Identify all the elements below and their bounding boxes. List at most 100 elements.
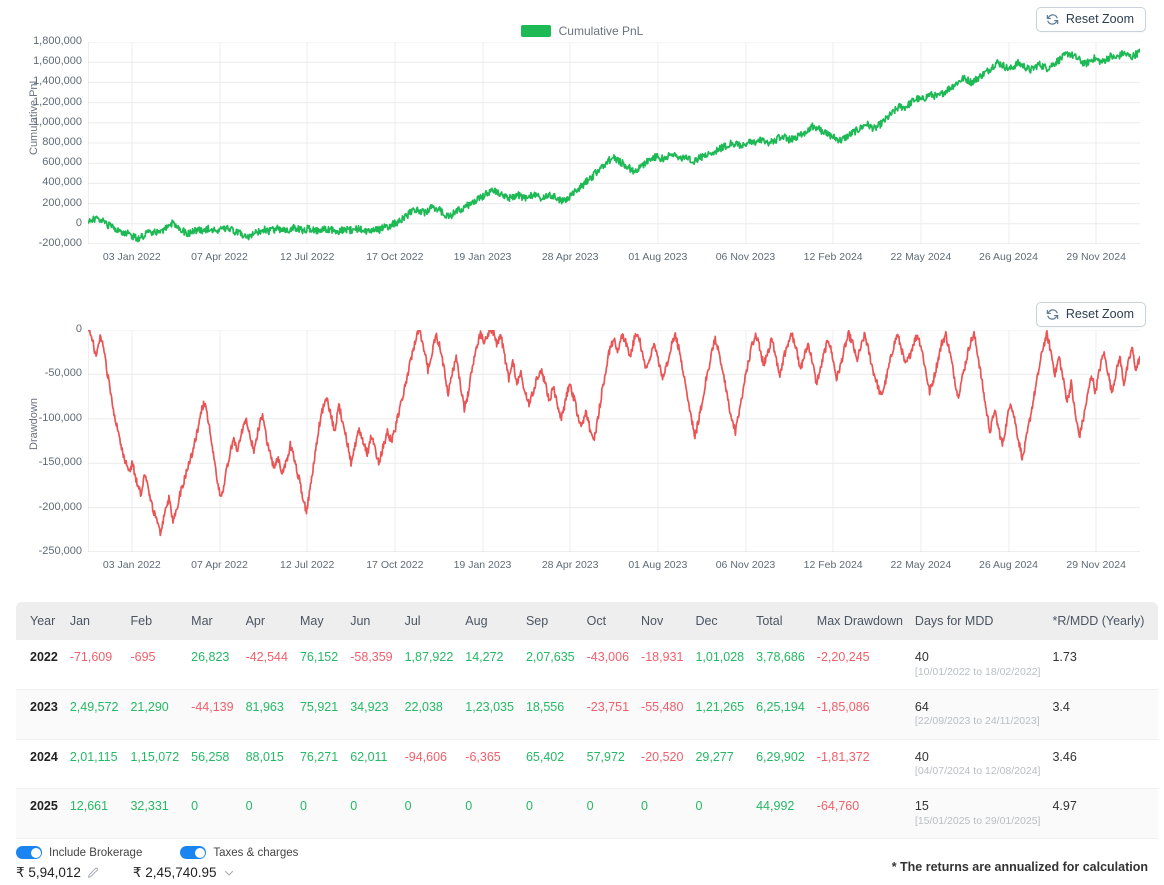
x-tick-label: 03 Jan 2022 (102, 559, 161, 571)
reset-zoom-button-drawdown[interactable]: Reset Zoom (1035, 302, 1146, 327)
x-tick-label: 26 Aug 2024 (979, 559, 1038, 571)
table-column-header: Sep (519, 602, 581, 640)
cell-month-pnl: 0 (239, 788, 294, 839)
cell-month-pnl: -23,751 (580, 689, 636, 740)
cell-total: 6,25,194 (750, 689, 811, 740)
table-header-row: Year Jan Feb Mar Apr May Jun Jul Aug Sep Oct Nov Dec… (16, 602, 1159, 640)
x-tick-label: 12 Feb 2024 (803, 559, 863, 571)
x-tick-label: 29 Nov 2024 (1066, 251, 1126, 263)
switch-knob (30, 847, 41, 858)
cell-month-pnl: 1,21,265 (689, 689, 751, 740)
cell-year: 2022 (16, 640, 64, 690)
cell-month-pnl: 14,272 (459, 640, 520, 690)
taxes-charges-toggle-item[interactable]: Taxes & charges (180, 846, 298, 859)
cell-max-drawdown: -2,20,245 (810, 640, 909, 690)
cell-month-pnl: -20,520 (635, 739, 690, 790)
x-tick-label: 26 Aug 2024 (979, 251, 1038, 263)
cell-days-for-mdd: 40 [04/07/2024 to 12/08/2024] (908, 739, 1047, 790)
cell-year: 2024 (16, 739, 64, 790)
y-tick-label: 1,800,000 (33, 35, 82, 47)
monthly-returns-table: Year Jan Feb Mar Apr May Jun Jul Aug Sep Oct Nov Dec… (16, 602, 1159, 839)
x-tick-label: 28 Apr 2023 (541, 559, 599, 571)
cell-month-pnl: 2,07,635 (519, 640, 581, 690)
y-axis-title-drawdown: Drawdown (28, 398, 40, 450)
reset-icon (1046, 308, 1059, 321)
cell-month-pnl: 0 (580, 788, 636, 839)
y-tick-label: -150,000 (38, 456, 82, 469)
cell-max-drawdown: -1,81,372 (810, 739, 909, 790)
y-tick-label: 0 (75, 323, 82, 335)
x-tick-label: 19 Jan 2023 (453, 251, 512, 263)
x-tick-label: 19 Jan 2023 (453, 559, 512, 571)
y-tick-label: 1,200,000 (33, 95, 82, 108)
table-column-header: Total (750, 602, 811, 640)
cell-r-mdd: 3.4 (1046, 689, 1159, 740)
mdd-days-count: 15 (914, 799, 929, 814)
reset-icon (1046, 13, 1059, 26)
cell-month-pnl: 62,011 (344, 739, 399, 790)
x-tick-label: 03 Jan 2022 (102, 251, 161, 263)
taxes-value-item: ₹ 2,45,740.95 (133, 865, 235, 881)
cell-total: 6,29,902 (750, 739, 811, 790)
y-tick-label: 200,000 (42, 196, 82, 209)
cell-month-pnl: 76,271 (293, 739, 345, 790)
cell-month-pnl: -18,931 (635, 640, 690, 690)
table-row: 2024 2,01,115 1,15,072 56,258 88,015 76,271 62… (16, 739, 1159, 790)
x-tick-label: 29 Nov 2024 (1066, 559, 1126, 571)
cell-month-pnl: -695 (124, 640, 186, 690)
taxes-charges-switch[interactable] (180, 846, 207, 859)
cell-month-pnl: 65,402 (519, 739, 581, 790)
reset-zoom-button-pnl[interactable]: Reset Zoom (1035, 7, 1146, 32)
table-column-header: Jan (63, 602, 125, 640)
cell-month-pnl: 1,15,072 (124, 739, 186, 790)
table-column-header: Apr (239, 602, 294, 640)
y-tick-label: -50,000 (44, 367, 82, 380)
cell-month-pnl: 57,972 (580, 739, 636, 790)
cell-month-pnl: 81,963 (239, 689, 294, 740)
cell-month-pnl: -43,006 (580, 640, 636, 690)
table-column-header: May (293, 602, 345, 640)
x-tick-label: 22 May 2024 (890, 559, 952, 571)
cell-month-pnl: 2,49,572 (63, 689, 125, 740)
chevron-down-icon[interactable] (223, 867, 235, 879)
cell-month-pnl: -58,359 (344, 640, 399, 690)
mdd-date-range: [10/01/2022 to 18/02/2022] (914, 665, 1041, 678)
cell-month-pnl: -6,365 (459, 739, 520, 790)
cell-month-pnl: 0 (344, 788, 399, 839)
table-column-header: Mar (185, 602, 240, 640)
reset-zoom-label: Reset Zoom (1065, 12, 1134, 27)
table-column-header: Feb (124, 602, 186, 640)
taxes-value: ₹ 2,45,740.95 (132, 865, 217, 880)
cell-month-pnl: -55,480 (635, 689, 690, 740)
x-tick-label: 12 Feb 2024 (803, 251, 863, 263)
cell-days-for-mdd: 64 [22/09/2023 to 24/11/2023] (908, 689, 1047, 740)
drawdown-plot-area[interactable] (88, 330, 1140, 552)
cell-max-drawdown: -1,85,086 (810, 689, 909, 740)
include-brokerage-switch[interactable] (16, 846, 42, 859)
cell-month-pnl: 1,23,035 (459, 689, 520, 740)
x-tick-label: 06 Nov 2023 (715, 251, 776, 263)
cell-month-pnl: 26,823 (185, 640, 240, 690)
x-tick-label: 28 Apr 2023 (541, 251, 599, 263)
cell-month-pnl: 22,038 (398, 689, 460, 740)
cell-month-pnl: 21,290 (124, 689, 186, 740)
cell-days-for-mdd: 15 [15/01/2025 to 29/01/2025] (908, 788, 1047, 839)
cell-month-pnl: -42,544 (239, 640, 294, 690)
cell-month-pnl: 76,152 (293, 640, 345, 690)
cell-month-pnl: 0 (185, 788, 240, 839)
cell-year: 2023 (16, 689, 64, 740)
cell-max-drawdown: -64,760 (810, 788, 909, 839)
cell-month-pnl: 12,661 (63, 788, 125, 839)
legend-swatch-cumulative-pnl (520, 25, 551, 37)
include-brokerage-toggle-item[interactable]: Include Brokerage (16, 846, 142, 859)
y-tick-label: 600,000 (42, 156, 82, 169)
edit-icon[interactable] (87, 867, 99, 879)
chart-legend-pnl: Cumulative PnL (0, 24, 1164, 38)
table-body: 2022 -71,609 -695 26,823 -42,544 76,152 -58,35… (16, 640, 1159, 839)
table-row: 2023 2,49,572 21,290 -44,139 81,963 75,921 34,… (16, 689, 1159, 740)
cell-month-pnl: 88,015 (239, 739, 294, 790)
x-tick-label: 06 Nov 2023 (715, 559, 776, 571)
cell-month-pnl: 1,01,028 (689, 640, 751, 690)
pnl-plot-area[interactable] (88, 42, 1140, 244)
cell-month-pnl: 0 (689, 788, 751, 839)
